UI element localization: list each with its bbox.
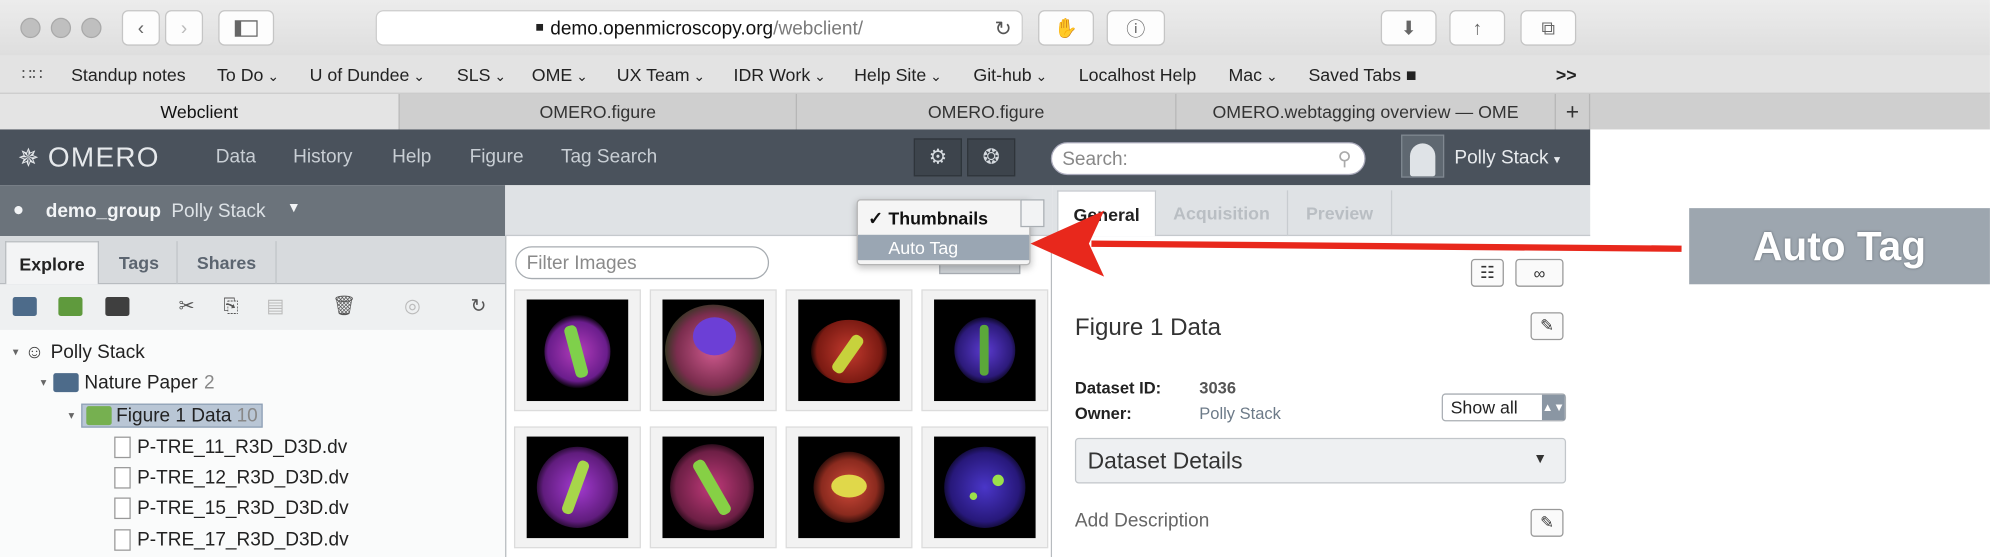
browser-window: ‹ › ■ demo.openmicroscopy.org /webclient…: [0, 0, 1990, 557]
auto-tag-callout: Auto Tag: [1689, 208, 1990, 285]
arrow-shaft: [1091, 240, 1682, 252]
screenshot-frame: ‹ › ■ demo.openmicroscopy.org /webclient…: [0, 0, 1990, 557]
